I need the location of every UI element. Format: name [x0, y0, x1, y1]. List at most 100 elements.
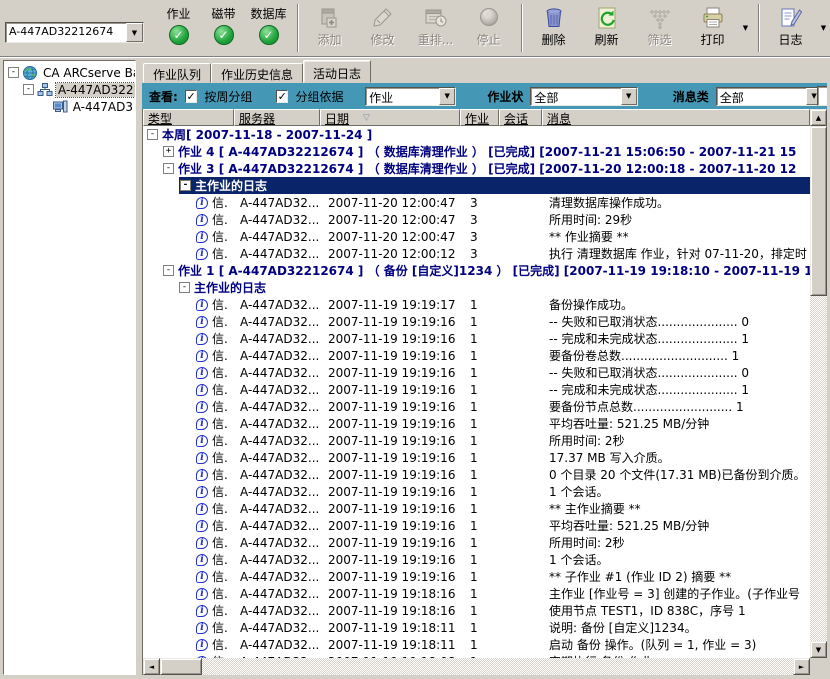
log-row[interactable]: i信.A-447AD32...2007-11-19 19:19:161所用时间:… [143, 534, 810, 551]
expander-icon[interactable]: - [8, 67, 19, 78]
vertical-scroll-thumb[interactable] [810, 126, 827, 296]
chevron-down-icon[interactable]: ▼ [621, 88, 637, 105]
job-status-select[interactable]: 全部 ▼ [530, 87, 637, 106]
log-row[interactable]: i信.A-447AD32...2007-11-19 19:19:161-- 完成… [143, 381, 810, 398]
log-job-cell: 1 [460, 313, 499, 330]
column-header-类型[interactable]: 类型 [143, 109, 234, 126]
info-icon: i [196, 639, 208, 651]
log-type-cell: i信. [143, 398, 234, 415]
server-combobox[interactable]: A-447AD32212674 ▼ [5, 22, 144, 43]
log-row[interactable]: i信.A-447AD32...2007-11-19 19:19:161** 主作… [143, 500, 810, 517]
expander-icon[interactable]: - [147, 129, 158, 140]
log-server-cell: A-447AD32... [234, 449, 320, 466]
打印-button[interactable]: 打印 [686, 3, 739, 53]
添加-button[interactable]: 添加 [303, 3, 356, 53]
info-icon: i [196, 333, 208, 345]
log-row[interactable]: i信.A-447AD32...2007-11-19 19:19:1611 个会话… [143, 551, 810, 568]
筛选-button[interactable]: 筛选 [633, 3, 686, 53]
log-type-text: 信. [212, 245, 228, 262]
log-row[interactable]: i信.A-447AD32...2007-11-20 12:00:473** 作业… [143, 228, 810, 245]
tab-活动日志[interactable]: 活动日志 [303, 60, 371, 83]
column-header-label: 服务器 [239, 110, 275, 127]
job-row[interactable]: -作业 3 [ A-447AD32212674 ] （ 数据库清理作业 ） [已… [143, 160, 810, 177]
log-row[interactable]: i信.A-447AD32...2007-11-19 19:19:161** 子作… [143, 568, 810, 585]
scroll-left-button[interactable]: ◄ [143, 658, 160, 675]
msg-type-select-value: 全部 [717, 88, 806, 105]
vertical-scrollbar[interactable]: ▲ ▼ [810, 109, 827, 658]
horizontal-scroll-track[interactable] [202, 658, 793, 675]
tree-item[interactable]: -A-447AD32212 [4, 81, 135, 98]
toolbar-dropdown-arrow[interactable]: ▼ [817, 3, 830, 53]
horizontal-scroll-thumb[interactable] [160, 658, 202, 675]
log-row[interactable]: i信.A-447AD32...2007-11-19 19:19:161-- 失败… [143, 313, 810, 330]
chevron-down-icon[interactable]: ▼ [439, 88, 455, 105]
tree-item[interactable]: -CA ARCserve Bac [4, 64, 135, 81]
scroll-right-button[interactable]: ► [793, 658, 810, 675]
section-row[interactable]: -主作业的日志 [143, 279, 810, 296]
删除-button[interactable]: 删除 [527, 3, 580, 53]
toolbar-button-label: 重排... [418, 31, 453, 48]
info-icon: i [196, 231, 208, 243]
log-row[interactable]: i信.A-447AD32...2007-11-19 19:19:161平均吞吐量… [143, 415, 810, 432]
log-server-cell: A-447AD32... [234, 211, 320, 228]
log-row[interactable]: i信.A-447AD32...2007-11-19 19:18:161主作业 [… [143, 585, 810, 602]
log-row[interactable]: i信.A-447AD32...2007-11-19 19:18:111说明: 备… [143, 619, 810, 636]
log-type-cell: i信. [143, 228, 234, 245]
column-header-服务器[interactable]: 服务器 [234, 109, 320, 126]
log-row[interactable]: i信.A-447AD32...2007-11-19 19:19:161平均吞吐量… [143, 517, 810, 534]
log-row[interactable]: i信.A-447AD32...2007-11-19 19:19:1610 个目录… [143, 466, 810, 483]
job-row[interactable]: -作业 1 [ A-447AD32212674 ] （ 备份 [自定义]1234… [143, 262, 810, 279]
tab-作业队列[interactable]: 作业队列 [143, 63, 211, 83]
修改-button[interactable]: 修改 [356, 3, 409, 53]
expander-icon[interactable]: - [23, 84, 34, 95]
log-row[interactable]: i信.A-447AD32...2007-11-19 19:19:16117.37… [143, 449, 810, 466]
group-by-select[interactable]: 作业 ▼ [365, 87, 456, 106]
column-header-作业[interactable]: 作业 [460, 109, 499, 126]
重排...-button[interactable]: 重排... [409, 3, 462, 53]
log-row[interactable]: i信.A-447AD32...2007-11-20 12:00:123执行 清理… [143, 245, 810, 262]
scroll-down-button[interactable]: ▼ [810, 641, 827, 658]
log-type-cell: i信. [143, 602, 234, 619]
expander-icon[interactable]: - [180, 180, 191, 191]
group-row[interactable]: -本周[ 2007-11-18 - 2007-11-24 ] [143, 126, 810, 143]
job-row[interactable]: +作业 4 [ A-447AD32212674 ] （ 数据库清理作业 ） [已… [143, 143, 810, 160]
expander-icon[interactable]: - [163, 265, 174, 276]
log-row[interactable]: i信.A-447AD32...2007-11-20 12:00:473清理数据库… [143, 194, 810, 211]
日志-button[interactable]: 日志 [764, 3, 817, 53]
toolbar-dropdown-arrow[interactable]: ▼ [739, 3, 752, 53]
log-row[interactable]: i信.A-447AD32...2007-11-19 19:19:161-- 完成… [143, 330, 810, 347]
expander-icon[interactable]: - [179, 282, 190, 293]
chevron-down-icon[interactable]: ▼ [126, 23, 143, 42]
log-row[interactable]: i信.A-447AD32...2007-11-19 19:19:161-- 失败… [143, 364, 810, 381]
log-row[interactable]: i信.A-447AD32...2007-11-19 19:19:171备份操作成… [143, 296, 810, 313]
horizontal-scrollbar[interactable]: ◄ ► [143, 658, 810, 675]
log-row[interactable]: i信.A-447AD32...2007-11-19 19:19:161要备份节点… [143, 398, 810, 415]
section-row[interactable]: -主作业的日志 [143, 177, 810, 194]
tree-item[interactable]: A-447AD3 [4, 98, 135, 115]
log-server-cell: A-447AD32... [234, 330, 320, 347]
停止-button[interactable]: 停止 [462, 3, 515, 53]
msg-type-select[interactable]: 全部 ▼ [716, 87, 823, 106]
tab-作业历史信息[interactable]: 作业历史信息 [211, 63, 303, 83]
filter-extra-control[interactable] [817, 86, 827, 106]
vertical-scroll-track[interactable] [810, 296, 827, 641]
column-header-label: 日期 [325, 110, 349, 127]
expander-icon[interactable]: + [163, 146, 174, 157]
expander-icon[interactable]: - [163, 163, 174, 174]
log-message-cell: 平均吞吐量: 521.25 MB/分钟 [542, 415, 810, 432]
scroll-up-button[interactable]: ▲ [810, 109, 827, 126]
group-by-checkbox[interactable]: ✓ [276, 90, 289, 103]
log-row[interactable]: i信.A-447AD32...2007-11-19 19:18:161使用节点 … [143, 602, 810, 619]
column-header-会话[interactable]: 会话 [499, 109, 542, 126]
column-header-日期[interactable]: 日期▽ [320, 109, 460, 126]
log-row[interactable]: i信.A-447AD32...2007-11-20 12:00:473所用时间:… [143, 211, 810, 228]
log-row[interactable]: i信.A-447AD32...2007-11-19 19:19:1611 个会话… [143, 483, 810, 500]
刷新-button[interactable]: 刷新 [580, 3, 633, 53]
column-header-消息[interactable]: 消息 [542, 109, 810, 126]
log-row[interactable]: i信.A-447AD32...2007-11-19 19:18:111启动 备份… [143, 636, 810, 653]
log-session-cell [499, 568, 542, 585]
group-by-week-checkbox[interactable]: ✓ [185, 90, 198, 103]
log-row[interactable]: i信.A-447AD32...2007-11-19 19:19:161所用时间:… [143, 432, 810, 449]
log-row[interactable]: i信.A-447AD32...2007-11-19 19:19:161要备份卷总… [143, 347, 810, 364]
log-job-cell: 1 [460, 483, 499, 500]
